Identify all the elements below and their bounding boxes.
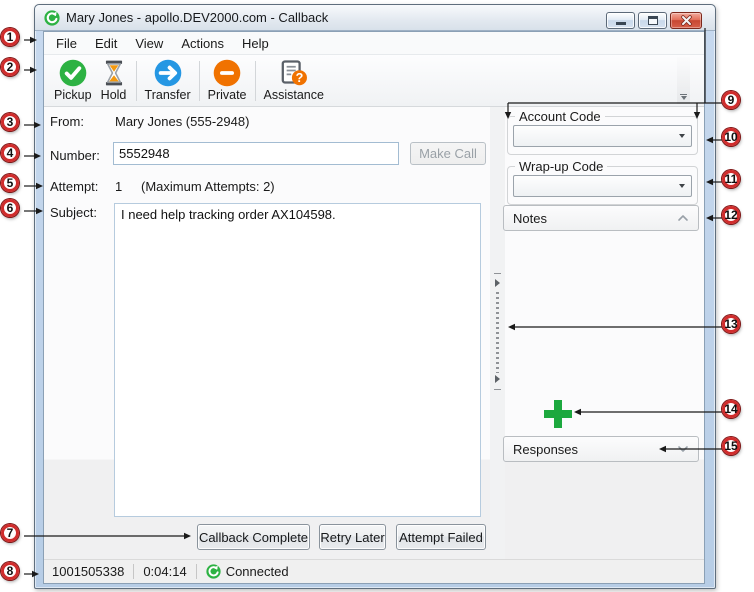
connected-icon (206, 564, 221, 579)
splitter-tick (494, 273, 501, 274)
maximize-button[interactable] (638, 12, 667, 29)
collapse-right-icon[interactable] (495, 375, 500, 383)
window-frame: File Edit View Actions Help Pickup (35, 31, 715, 588)
subject-textarea[interactable]: I need help tracking order AX104598. (114, 203, 481, 517)
callout-11: 11 (722, 170, 740, 188)
chevron-down-icon (680, 94, 687, 100)
callout-3: 3 (1, 113, 19, 131)
responses-expander[interactable]: Responses (503, 436, 699, 462)
callback-complete-button[interactable]: Callback Complete (197, 524, 310, 550)
callout-7: 7 (1, 524, 19, 542)
menu-item-actions[interactable]: Actions (172, 33, 233, 54)
call-duration: 0:04:14 (143, 564, 186, 579)
toolbar-overflow-button[interactable] (677, 57, 690, 104)
splitter-tick (494, 389, 501, 390)
wrap-up-code-label: Wrap-up Code (515, 159, 607, 174)
callout-12: 12 (722, 206, 740, 224)
hold-label: Hold (101, 88, 127, 102)
pickup-button[interactable]: Pickup (50, 57, 96, 105)
minimize-button[interactable] (606, 12, 635, 29)
toolbar-separator (199, 61, 200, 101)
wrap-up-code-group: Wrap-up Code (507, 159, 698, 205)
window-controls (606, 12, 702, 29)
retry-later-button[interactable]: Retry Later (319, 524, 386, 550)
callout-6: 6 (1, 199, 19, 217)
title-bar[interactable]: Mary Jones - apollo.DEV2000.com - Callba… (35, 5, 715, 31)
private-minus-icon (213, 59, 241, 87)
callout-9: 9 (722, 91, 740, 109)
window-title: Mary Jones - apollo.DEV2000.com - Callba… (66, 10, 328, 25)
make-call-button[interactable]: Make Call (410, 142, 486, 165)
menu-item-help[interactable]: Help (233, 33, 278, 54)
notes-label: Notes (513, 211, 547, 226)
account-code-label: Account Code (515, 109, 605, 124)
callout-5: 5 (1, 174, 19, 192)
status-separator (133, 564, 134, 579)
assistance-button[interactable]: ? Assistance (260, 57, 328, 105)
chevron-down-icon (677, 445, 689, 453)
collapse-right-icon[interactable] (495, 279, 500, 287)
wrap-up-code-select[interactable] (513, 175, 692, 197)
callout-15: 15 (722, 437, 740, 455)
callout-2: 2 (1, 58, 19, 76)
number-label: Number: (50, 148, 100, 163)
page: { "window": { "title": "Mary Jones - apo… (0, 0, 754, 592)
client-area: File Edit View Actions Help Pickup (43, 31, 705, 584)
responses-label: Responses (513, 442, 578, 457)
notes-expander[interactable]: Notes (503, 205, 699, 231)
svg-text:?: ? (295, 71, 303, 85)
assistance-question-icon: ? (280, 59, 308, 87)
attempt-value: 1 (115, 179, 122, 194)
close-icon (680, 15, 693, 26)
status-separator (196, 564, 197, 579)
callout-14: 14 (722, 400, 740, 418)
hold-hourglass-icon (100, 59, 128, 87)
chevron-up-icon (677, 214, 689, 222)
subject-label: Subject: (50, 205, 97, 220)
attempt-max-label: (Maximum Attempts: 2) (141, 179, 275, 194)
pickup-check-icon (59, 59, 87, 87)
vertical-splitter[interactable] (490, 107, 505, 559)
toolbar-separator (136, 61, 137, 101)
toolbar: Pickup Hold (44, 54, 704, 107)
attempt-failed-button[interactable]: Attempt Failed (396, 524, 486, 550)
connection-status: Connected (226, 564, 289, 579)
menu-item-view[interactable]: View (126, 33, 172, 54)
account-code-select[interactable] (513, 125, 692, 147)
toolbar-separator (255, 61, 256, 101)
maximize-icon (648, 16, 658, 25)
hold-button[interactable]: Hold (96, 57, 132, 105)
attempt-label: Attempt: (50, 179, 98, 194)
minimize-icon (616, 22, 626, 25)
dropdown-arrow-icon (679, 134, 685, 138)
account-code-group: Account Code (507, 109, 698, 155)
callout-8: 8 (1, 562, 19, 580)
status-bar: 1001505338 0:04:14 Connected (44, 559, 704, 583)
callout-10: 10 (722, 128, 740, 146)
callout-13: 13 (722, 315, 740, 333)
private-button[interactable]: Private (204, 57, 251, 105)
transfer-label: Transfer (145, 88, 191, 102)
private-label: Private (208, 88, 247, 102)
from-value: Mary Jones (555-2948) (115, 114, 249, 129)
assistance-label: Assistance (264, 88, 324, 102)
number-input[interactable] (113, 142, 399, 165)
menu-bar: File Edit View Actions Help (44, 32, 704, 54)
from-label: From: (50, 114, 84, 129)
callout-4: 4 (1, 144, 19, 162)
callback-window: Mary Jones - apollo.DEV2000.com - Callba… (34, 4, 716, 589)
menu-item-edit[interactable]: Edit (86, 33, 126, 54)
splitter-grip[interactable] (496, 292, 499, 373)
dropdown-arrow-icon (679, 184, 685, 188)
menu-item-file[interactable]: File (47, 33, 86, 54)
main-area: From: Mary Jones (555-2948) Number: Make… (44, 107, 704, 559)
app-icon (44, 10, 60, 26)
transfer-arrow-icon (154, 59, 182, 87)
callout-1: 1 (1, 28, 19, 46)
add-response-button[interactable] (544, 400, 572, 428)
close-button[interactable] (670, 12, 702, 29)
transfer-button[interactable]: Transfer (141, 57, 195, 105)
pickup-label: Pickup (54, 88, 92, 102)
call-id: 1001505338 (52, 564, 124, 579)
